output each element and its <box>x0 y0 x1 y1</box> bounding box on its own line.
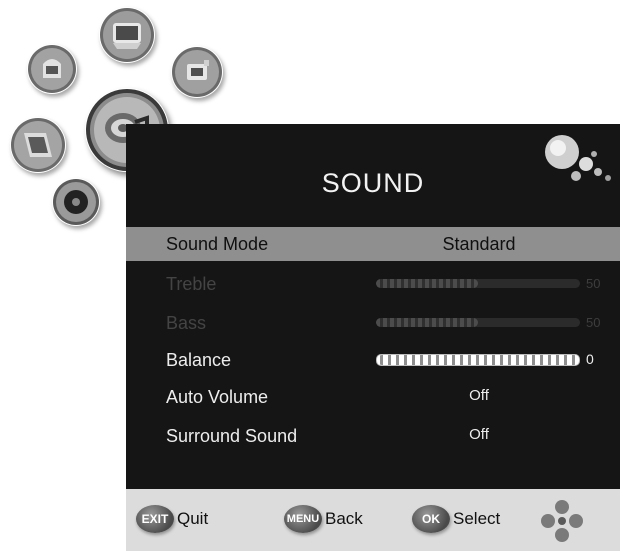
picture-icon[interactable] <box>99 7 155 63</box>
footer-bar: EXIT Quit MENU Back OK Select <box>126 489 620 551</box>
auto-volume-value: Off <box>469 387 489 404</box>
auto-volume-label: Auto Volume <box>166 387 269 407</box>
balance-row[interactable]: Balance 0 <box>126 343 620 377</box>
treble-slider-fill <box>376 279 478 288</box>
treble-slider <box>376 279 580 288</box>
bass-slider <box>376 318 580 327</box>
exit-label: Quit <box>177 509 209 528</box>
sound-mode-label: Sound Mode <box>166 234 269 254</box>
surround-sound-row[interactable]: Surround Sound Off <box>126 419 620 453</box>
bass-row: Bass 50 <box>126 306 620 340</box>
treble-label: Treble <box>166 274 217 294</box>
setup-icon[interactable] <box>171 46 223 98</box>
surround-sound-value: Off <box>469 426 489 443</box>
sound-mode-value: Standard <box>442 234 516 254</box>
balance-slider-fill <box>377 355 579 365</box>
ok-button[interactable]: OK Select <box>412 502 500 536</box>
menu-key: MENU <box>284 505 322 533</box>
surround-sound-label: Surround Sound <box>166 426 298 446</box>
auto-volume-row[interactable]: Auto Volume Off <box>126 380 620 414</box>
ok-key: OK <box>412 505 450 533</box>
exit-key: EXIT <box>136 505 174 533</box>
treble-row: Treble 50 <box>126 267 620 301</box>
menu-button[interactable]: MENU Back <box>284 502 363 536</box>
balance-value: 0 <box>586 351 594 367</box>
sound-mode-row[interactable]: Sound Mode Standard <box>126 227 620 261</box>
bass-slider-fill <box>376 318 478 327</box>
treble-value: 50 <box>586 276 601 291</box>
navigation-dpad-icon <box>541 500 583 542</box>
menu-title: SOUND <box>321 168 425 198</box>
tv-icon[interactable] <box>10 117 66 173</box>
channel-icon[interactable] <box>27 44 77 94</box>
bass-label: Bass <box>166 313 207 333</box>
sound-menu-panel: SOUND Sound Mode Standard Treble 50 Bass… <box>126 124 620 489</box>
bass-value: 50 <box>586 315 601 330</box>
lock-icon[interactable] <box>52 178 100 226</box>
exit-button[interactable]: EXIT Quit <box>136 502 208 536</box>
balance-slider[interactable] <box>376 354 580 366</box>
menu-label: Back <box>325 509 363 528</box>
ok-label: Select <box>453 509 501 528</box>
balance-label: Balance <box>166 350 232 370</box>
